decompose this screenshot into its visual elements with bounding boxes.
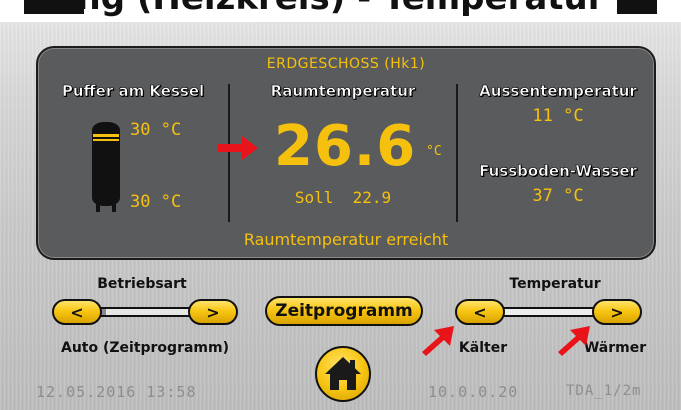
tank-icon — [92, 122, 120, 212]
home-icon — [325, 357, 361, 390]
room-setpoint: Soll 22.9 — [294, 188, 392, 207]
room-temp-label: Raumtemperatur — [270, 82, 416, 101]
footer-ip: 10.0.0.20 — [428, 383, 519, 401]
temperature-label: Temperatur — [509, 276, 601, 292]
mode-value: Auto (Zeitprogramm) — [60, 340, 229, 356]
page-header: ng (Heizkreis) - Temperatur — [0, 0, 681, 22]
colder-button[interactable]: < — [455, 299, 505, 325]
outdoor-value: 11 °C — [532, 106, 584, 126]
colder-label: Kälter — [458, 340, 508, 356]
footer-datetime: 12.05.2016 13:58 — [36, 383, 197, 401]
temperature-slider-track[interactable] — [496, 307, 606, 317]
floor-water-label: Fussboden-Wasser — [479, 162, 637, 181]
room-temp-value: 26.6 — [274, 114, 417, 179]
footer-device: TDA_1/2m — [566, 383, 642, 399]
status-panel: ERDGESCHOSS (Hk1) Puffer am Kessel 30 °C… — [36, 46, 656, 260]
divider — [456, 84, 458, 222]
page-title: ng (Heizkreis) - Temperatur — [0, 0, 681, 18]
thermostat-screen: ng (Heizkreis) - Temperatur ERDGESCHOSS … — [0, 0, 681, 410]
room-temp-unit: °C — [426, 144, 442, 159]
zone-title: ERDGESCHOSS (Hk1) — [266, 56, 426, 72]
red-arrow-icon — [218, 136, 258, 160]
status-message: Raumtemperatur erreicht — [243, 230, 449, 249]
red-arrow-icon — [422, 326, 454, 356]
mode-prev-button[interactable]: < — [52, 299, 102, 325]
red-arrow-icon — [558, 326, 590, 356]
buffer-label: Puffer am Kessel — [61, 82, 205, 101]
header-right-block — [617, 0, 657, 14]
buffer-bottom-temp: 30 °C — [130, 192, 182, 212]
floor-water-value: 37 °C — [532, 186, 584, 206]
mode-slider-track[interactable] — [92, 307, 200, 317]
mode-label: Betriebsart — [97, 276, 187, 292]
schedule-button[interactable]: Zeitprogramm — [265, 296, 423, 326]
buffer-top-temp: 30 °C — [130, 120, 182, 140]
warmer-button[interactable]: > — [592, 299, 642, 325]
mode-next-button[interactable]: > — [188, 299, 238, 325]
outdoor-label: Aussentemperatur — [479, 82, 637, 101]
home-button[interactable] — [315, 346, 371, 402]
